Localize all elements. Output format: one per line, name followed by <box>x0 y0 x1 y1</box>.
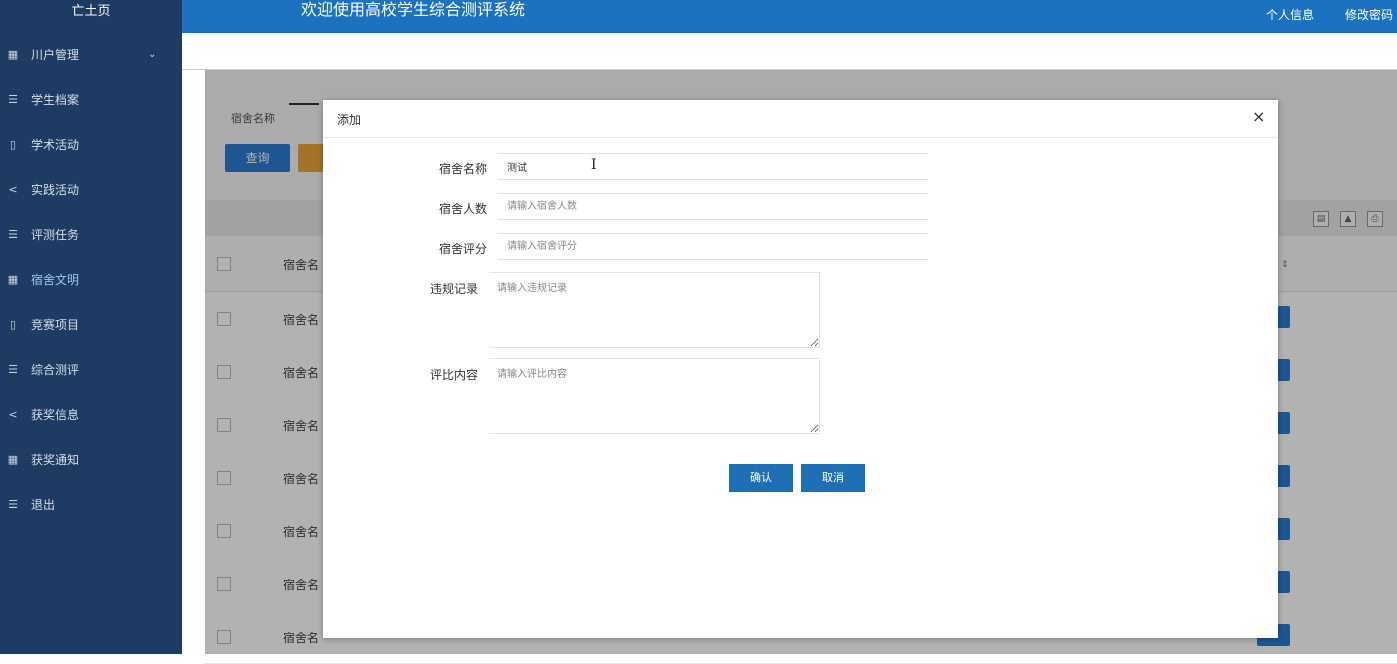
violation-label: 违规记录 <box>430 282 479 296</box>
grid-icon: ▦ <box>7 48 19 61</box>
sidebar-item-academic-activities[interactable]: ▯ 学术活动 <box>0 130 182 160</box>
list-icon: ☰ <box>8 228 18 241</box>
brand-home[interactable]: 亡土页 <box>0 0 182 33</box>
book-icon: ▯ <box>9 138 17 151</box>
add-dialog: 添加 × 宿舍名称 I 宿舍人数 宿舍评分 违规记录 评比内容 确认 取消 <box>323 100 1278 638</box>
grid-icon: ▦ <box>7 273 19 286</box>
sidebar-item-label: 学生档案 <box>31 93 80 107</box>
share-icon: < <box>8 408 18 421</box>
page-title: 欢迎使用高校学生综合测评系统 <box>301 0 526 19</box>
top-header: 欢迎使用高校学生综合测评系统 个人信息 修改密码 <box>182 0 1397 33</box>
cancel-button[interactable]: 取消 <box>801 464 865 492</box>
list-icon: ☰ <box>8 498 18 511</box>
sidebar-item-label: 获奖信息 <box>31 408 80 422</box>
confirm-button[interactable]: 确认 <box>729 464 793 492</box>
book-icon: ▯ <box>9 318 17 331</box>
sidebar-item-comprehensive-evaluation[interactable]: ☰ 综合测评 <box>0 355 182 385</box>
sidebar-item-dorm-civility[interactable]: ▦ 宿舍文明 <box>0 265 182 295</box>
sidebar-item-label: 退出 <box>31 498 56 512</box>
sidebar-item-award-notice[interactable]: ▦ 获奖通知 <box>0 445 182 475</box>
sidebar-item-label: 综合测评 <box>31 363 80 377</box>
dorm-score-input[interactable] <box>498 233 928 260</box>
violation-textarea[interactable] <box>489 272 820 348</box>
sidebar-item-label: 宿舍文明 <box>31 273 80 287</box>
compare-textarea[interactable] <box>489 358 820 434</box>
compare-label: 评比内容 <box>430 368 479 382</box>
dorm-score-label: 宿舍评分 <box>439 242 488 256</box>
sub-header <box>182 33 1397 70</box>
dorm-name-input[interactable] <box>498 153 928 180</box>
share-icon: < <box>8 183 18 196</box>
sidebar: 亡土页 ▦ 川户管理 ⌄ ☰ 学生档案 ▯ 学术活动 < 实践活动 ☰ 评测任务… <box>0 0 182 654</box>
list-icon: ☰ <box>8 93 18 106</box>
sidebar-item-label: 学术活动 <box>31 138 80 152</box>
dorm-name-label: 宿舍名称 <box>439 162 488 176</box>
chevron-down-icon: ⌄ <box>148 49 157 60</box>
sidebar-item-logout[interactable]: ☰ 退出 <box>0 490 182 520</box>
sidebar-item-label: 竞赛项目 <box>31 318 80 332</box>
sidebar-item-competition-projects[interactable]: ▯ 竞赛项目 <box>0 310 182 340</box>
list-icon: ☰ <box>8 363 18 376</box>
sidebar-item-user-management[interactable]: ▦ 川户管理 ⌄ <box>0 40 182 70</box>
dorm-count-input[interactable] <box>498 193 928 220</box>
sidebar-item-label: 获奖通知 <box>31 453 80 467</box>
grid-icon: ▦ <box>7 453 19 466</box>
sidebar-item-practice-activities[interactable]: < 实践活动 <box>0 175 182 205</box>
dorm-count-label: 宿舍人数 <box>439 202 488 216</box>
text-cursor-icon: I <box>591 157 597 173</box>
dialog-header: 添加 × <box>323 100 1278 138</box>
dialog-title: 添加 <box>337 113 362 127</box>
sidebar-item-award-info[interactable]: < 获奖信息 <box>0 400 182 430</box>
sidebar-item-label: 川户管理 <box>31 48 80 62</box>
sidebar-item-student-records[interactable]: ☰ 学生档案 <box>0 85 182 115</box>
sidebar-item-label: 评测任务 <box>31 228 80 242</box>
change-password-link[interactable]: 修改密码 <box>1345 6 1393 23</box>
close-icon[interactable]: × <box>1252 108 1265 126</box>
profile-link[interactable]: 个人信息 <box>1266 6 1314 23</box>
sidebar-item-evaluation-tasks[interactable]: ☰ 评测任务 <box>0 220 182 250</box>
sidebar-item-label: 实践活动 <box>31 183 80 197</box>
